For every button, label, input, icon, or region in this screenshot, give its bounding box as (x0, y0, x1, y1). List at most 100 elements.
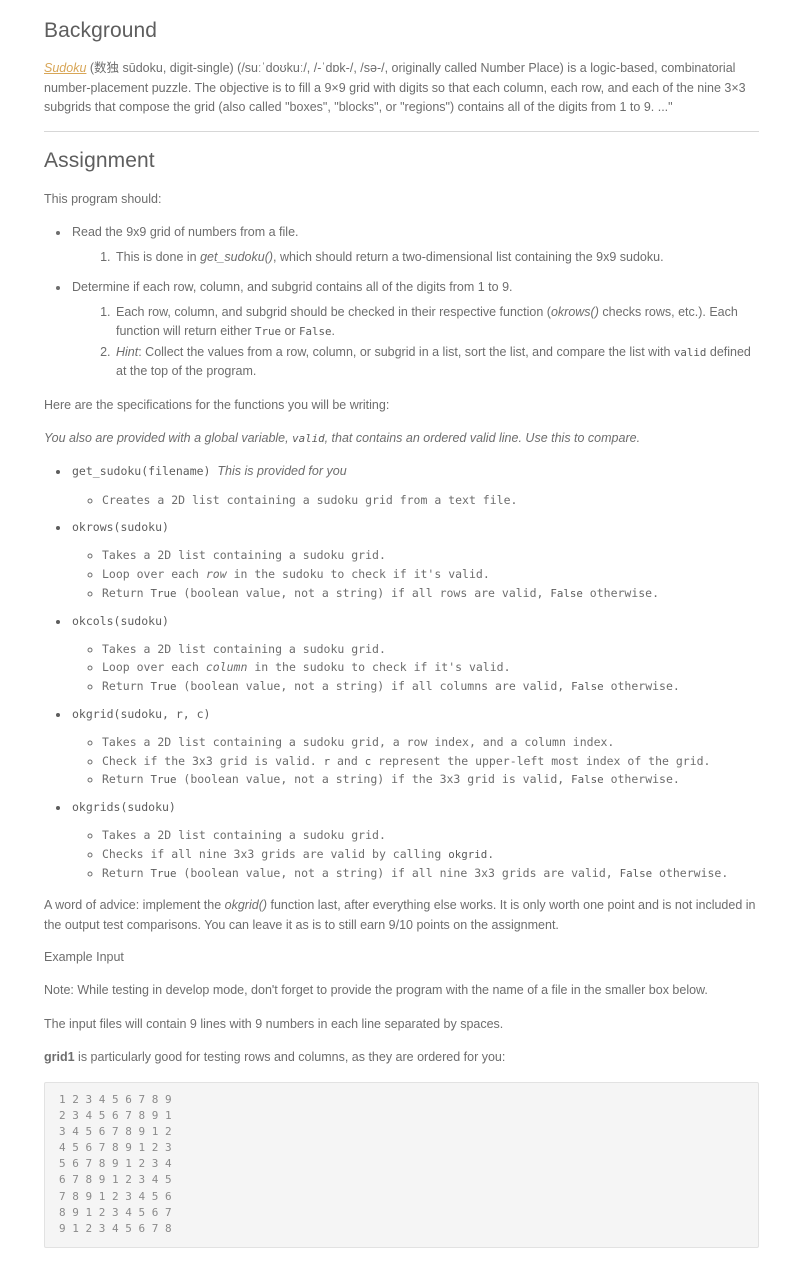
grid-file-name: grid1 (44, 1050, 75, 1065)
inline-code-true: True (150, 773, 177, 787)
detail-text: Takes a 2D list containing a sudoku grid… (102, 734, 615, 749)
function-detail-list: Takes a 2D list containing a sudoku grid… (72, 641, 759, 696)
list-item: Creates a 2D list containing a sudoku gr… (102, 492, 759, 510)
list-item: Each row, column, and subgrid should be … (114, 303, 759, 342)
detail-post: otherwise. (603, 772, 680, 787)
inline-code-false: False (571, 680, 604, 694)
list-item: okgrid(sudoku, r, c) Takes a 2D list con… (70, 706, 759, 789)
function-signature: okcols(sudoku) (72, 613, 169, 628)
example-input-line2: The input files will contain 9 lines wit… (44, 1016, 504, 1031)
detail-pre: Return (102, 585, 151, 600)
example-grid-code-block: 1 2 3 4 5 6 7 8 9 2 3 4 5 6 7 8 9 1 3 4 … (44, 1081, 759, 1248)
sudoku-wikipedia-link[interactable]: Sudoku (44, 61, 86, 75)
background-paragraph: Sudoku (数独 sūdoku, digit-single) (/suːˈd… (44, 59, 759, 117)
detail-emphasis: row (205, 567, 227, 582)
list-item: Hint: Collect the values from a row, col… (114, 343, 759, 382)
inline-code-false: False (571, 773, 604, 787)
list-item: This is done in get_sudoku(), which shou… (114, 248, 759, 267)
inline-code-valid: valid (673, 345, 707, 359)
task-substep-list: This is done in get_sudoku(), which shou… (72, 248, 759, 267)
inline-code-true: True (150, 866, 177, 880)
detail-text: Takes a 2D list containing a sudoku grid… (102, 641, 386, 656)
assignment-heading: Assignment (44, 149, 155, 173)
function-spec-list: get_sudoku(filename) This is provided fo… (44, 462, 759, 882)
detail-text: Takes a 2D list containing a sudoku grid… (102, 828, 386, 842)
function-signature: get_sudoku(filename) (72, 464, 211, 479)
assignment-task-list: Read the 9x9 grid of numbers from a file… (44, 223, 759, 382)
function-detail-list: Takes a 2D list containing a sudoku grid… (72, 734, 759, 789)
inline-code-false: False (550, 586, 583, 600)
assignment-intro: This program should: (44, 191, 162, 206)
list-item: Takes a 2D list containing a sudoku grid… (102, 827, 759, 845)
hint-emphasis: Hint (116, 344, 139, 359)
detail-text: Creates a 2D list containing a sudoku gr… (102, 492, 518, 507)
substep-tail: . (331, 324, 336, 339)
detail-pre: Checks if all nine 3x3 grids are valid b… (102, 846, 449, 861)
list-item: Return True (boolean value, not a string… (102, 678, 759, 696)
list-item: Checks if all nine 3x3 grids are valid b… (102, 846, 759, 864)
list-item: Return True (boolean value, not a string… (102, 865, 759, 883)
detail-pre: Return (102, 679, 151, 694)
line3-rest: is particularly good for testing rows an… (74, 1050, 506, 1065)
list-item: Return True (boolean value, not a string… (102, 771, 759, 789)
list-item: get_sudoku(filename) This is provided fo… (70, 462, 759, 509)
list-item: Check if the 3x3 grid is valid. r and c … (102, 753, 759, 771)
detail-mid: (boolean value, not a string) if all col… (176, 679, 572, 694)
advice-emphasis: okgrid() (224, 898, 268, 913)
detail-text: Takes a 2D list containing a sudoku grid… (102, 548, 386, 563)
detail-post: . (487, 846, 495, 861)
inline-code-false: False (619, 866, 653, 880)
list-item: Loop over each row in the sudoku to chec… (102, 566, 759, 584)
detail-post: represent the upper-left most index of t… (371, 753, 711, 768)
task-text: Read the 9x9 grid of numbers from a file… (72, 224, 299, 239)
document-page: Background Sudoku (数独 sūdoku, digit-sing… (0, 0, 785, 1272)
example-input-heading: Example Input (44, 950, 124, 965)
inline-code-true: True (254, 325, 281, 339)
detail-pre: Loop over each (102, 567, 206, 582)
example-input-line3: grid1 is particularly good for testing r… (44, 1048, 759, 1067)
background-heading: Background (44, 19, 158, 42)
task-text: Determine if each row, column, and subgr… (72, 279, 513, 294)
inline-code-okgrid: okgrid (448, 847, 488, 861)
section-divider (44, 131, 759, 133)
substep-pre: : Collect the values from a row, column,… (138, 344, 674, 359)
detail-pre: Return (102, 772, 151, 787)
inline-code-true: True (150, 680, 177, 694)
function-note: This is provided for you (217, 464, 347, 479)
function-name-emphasis: okrows() (550, 305, 599, 319)
detail-post: otherwise. (582, 585, 660, 600)
detail-post: otherwise. (603, 679, 680, 694)
detail-mid: (boolean value, not a string) if all nin… (176, 865, 620, 880)
detail-post: in the sudoku to check if it's valid. (247, 660, 511, 675)
list-item: okrows(sudoku) Takes a 2D list containin… (70, 519, 759, 602)
function-detail-list: Takes a 2D list containing a sudoku grid… (72, 547, 759, 602)
spec-intro: Here are the specifications for the func… (44, 397, 390, 412)
inline-code-true: True (150, 586, 177, 600)
list-item: okgrids(sudoku) Takes a 2D list containi… (70, 799, 759, 882)
advice-pre: A word of advice: implement the (44, 898, 225, 913)
spec-note-post: , that contains an ordered valid line. U… (324, 430, 641, 445)
list-item: Loop over each column in the sudoku to c… (102, 659, 759, 677)
function-signature: okrows(sudoku) (72, 520, 169, 535)
detail-post: otherwise. (652, 865, 729, 880)
detail-post: in the sudoku to check if it's valid. (226, 567, 490, 582)
example-input-note: Note: While testing in develop mode, don… (44, 983, 708, 998)
background-paragraph-text: (数独 sūdoku, digit-single) (/suːˈdoʊkuː/,… (44, 61, 746, 114)
advice-paragraph: A word of advice: implement the okgrid()… (44, 896, 759, 935)
detail-pre: Loop over each (102, 660, 206, 675)
list-item: okcols(sudoku) Takes a 2D list containin… (70, 613, 759, 696)
task-substep-list: Each row, column, and subgrid should be … (72, 303, 759, 382)
substep-post: , which should return a two-dimensional … (273, 250, 664, 265)
function-name-emphasis: get_sudoku() (200, 250, 274, 265)
list-item: Return True (boolean value, not a string… (102, 585, 759, 603)
list-item: Takes a 2D list containing a sudoku grid… (102, 641, 759, 659)
substep-pre: This is done in (116, 250, 201, 265)
example-grid-content: 1 2 3 4 5 6 7 8 9 2 3 4 5 6 7 8 9 1 3 4 … (59, 1092, 172, 1235)
substep-mid: or (280, 324, 300, 339)
detail-pre: Check if the 3x3 grid is valid. (102, 753, 324, 768)
detail-mid: (boolean value, not a string) if all row… (176, 585, 551, 600)
function-signature: okgrids(sudoku) (72, 800, 176, 815)
spec-note-pre: You also are provided with a global vari… (44, 430, 293, 445)
function-detail-list: Takes a 2D list containing a sudoku grid… (72, 827, 759, 882)
list-item: Takes a 2D list containing a sudoku grid… (102, 734, 759, 752)
